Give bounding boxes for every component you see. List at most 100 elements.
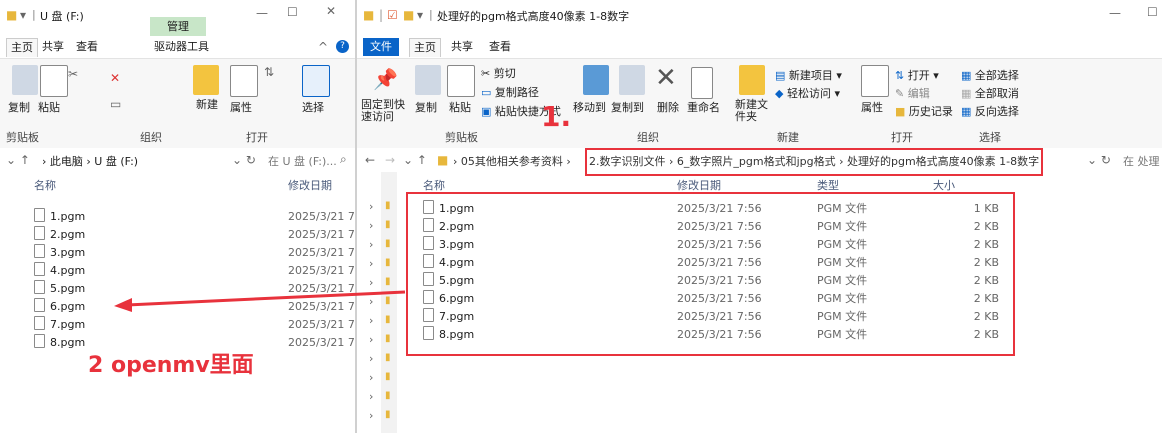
file-date: 2025/3/21 7:5 [288,210,355,223]
close-button[interactable]: ✕ [326,4,336,18]
right-file-row[interactable]: 6.pgm [423,290,474,308]
maximize-button[interactable]: ☐ [287,5,298,19]
left-file-row[interactable]: 4.pgm [34,262,85,280]
properties-button[interactable]: 属性 [861,99,883,115]
breadcrumb-prefix[interactable]: › 05其他相关参考资料 › [453,153,571,169]
move-to-button[interactable]: 移动到 [573,99,606,115]
delete-icon[interactable]: ✕ [110,71,120,85]
paste-button[interactable]: 粘贴 [38,99,60,115]
select-all-button[interactable]: ▦ 全部选择 [961,67,1019,83]
new-button[interactable]: 新建 [196,99,218,111]
new-folder-quick-icon[interactable]: ■ [403,8,414,22]
invert-selection-button[interactable]: ▦ 反向选择 [961,103,1019,119]
right-file-row[interactable]: 8.pgm [423,326,474,344]
new-item-button[interactable]: ▤ 新建项目 ▾ [775,67,842,83]
right-file-row[interactable]: 5.pgm [423,272,474,290]
chevron-right-icon[interactable]: › [369,200,373,213]
edit-button[interactable]: ✎ 编辑 [895,85,930,101]
chevron-right-icon[interactable]: › [369,257,373,270]
select-button[interactable]: 选择 [302,99,324,115]
file-name: 2.pgm [50,228,86,241]
breadcrumb-path[interactable]: 2.数字识别文件 › 6_数字照片_pgm格式和jpg格式 › 处理好的pgm格… [589,153,1039,169]
col-modified[interactable]: 修改日期 [288,177,332,193]
left-file-row[interactable]: 7.pgm [34,316,85,334]
open-button[interactable]: ⇅ 打开 ▾ [895,67,939,83]
chevron-right-icon[interactable]: › [369,333,373,346]
left-file-row[interactable]: 6.pgm [34,298,85,316]
chevron-right-icon[interactable]: › [369,219,373,232]
paste-icon [40,65,68,97]
new-folder-button[interactable]: 新建文件夹 [735,99,771,123]
minimize-button[interactable]: — [1109,6,1121,20]
left-file-row[interactable]: 2.pgm [34,226,85,244]
up-icon[interactable]: ⌄ ↑ [403,153,427,167]
dropdown-icon[interactable]: ▾ [417,8,423,22]
delete-button[interactable]: 删除 [657,99,679,115]
rename-icon[interactable]: ▭ [110,97,121,111]
help-icon[interactable]: ? [336,40,349,53]
search-icon[interactable]: ⌕ [340,152,347,167]
forward-icon[interactable]: → [385,153,395,167]
file-type: PGM 文件 [817,274,868,287]
tab-file[interactable]: 文件 [363,38,399,56]
chevron-right-icon[interactable]: › [369,238,373,251]
cut-icon[interactable]: ✂ [68,67,78,81]
properties-button[interactable]: 属性 [230,99,252,115]
collapse-ribbon-icon[interactable]: ^ [318,40,328,54]
left-file-row[interactable]: 5.pgm [34,280,85,298]
copy-to-button[interactable]: 复制到 [611,99,644,115]
refresh-icon[interactable]: ⌄ ↻ [232,153,256,167]
copy-path-button[interactable]: ▭ 复制路径 [481,84,539,100]
dropdown-icon[interactable]: ▾ [20,8,26,22]
right-file-row[interactable]: 3.pgm [423,236,474,254]
left-breadcrumb[interactable]: › 此电脑 › U 盘 (F:) [42,153,138,169]
right-search-input[interactable]: 在 处理 [1123,153,1160,169]
col-type[interactable]: 类型 [817,177,839,193]
tab-view[interactable]: 查看 [76,38,98,56]
open-icon[interactable]: ⇅ [264,65,274,79]
copy-icon [12,65,38,95]
right-file-row[interactable]: 2.pgm [423,218,474,236]
tab-home[interactable]: 主页 [6,38,38,57]
left-file-row[interactable]: 3.pgm [34,244,85,262]
manage-context-tab[interactable]: 管理 [150,17,206,36]
refresh-icon[interactable]: ⌄ ↻ [1087,153,1111,167]
left-file-row[interactable]: 8.pgm [34,334,85,352]
paste-button[interactable]: 粘贴 [449,99,471,115]
chevron-right-icon[interactable]: › [369,409,373,422]
tab-drive-tools[interactable]: 驱动器工具 [154,38,209,56]
right-file-row[interactable]: 4.pgm [423,254,474,272]
properties-quick-icon[interactable]: ☑ [387,8,398,22]
back-icon[interactable]: ← [365,153,375,167]
file-date: 2025/3/21 7:5 [288,246,355,259]
col-modified[interactable]: 修改日期 [677,177,721,193]
pin-quick-access-button[interactable]: 固定到快速访问 [361,99,407,123]
tab-share[interactable]: 共享 [42,38,64,56]
left-search-input[interactable]: 在 U 盘 (F:)... [268,153,337,169]
copy-path-icon: ▭ [481,86,495,99]
history-button[interactable]: ■ 历史记录 [895,103,953,119]
rename-button[interactable]: 重命名 [687,99,720,115]
right-file-row[interactable]: 7.pgm [423,308,474,326]
tab-view[interactable]: 查看 [489,38,511,56]
left-file-row[interactable]: 1.pgm [34,208,85,226]
easy-access-label: 轻松访问 ▾ [786,87,840,100]
copy-button[interactable]: 复制 [8,99,30,115]
easy-access-button[interactable]: ◆ 轻松访问 ▾ [775,85,840,101]
copy-button[interactable]: 复制 [415,99,437,115]
col-name[interactable]: 名称 [423,177,445,193]
maximize-button[interactable]: ☐ [1147,5,1158,19]
right-file-row[interactable]: 1.pgm [423,200,474,218]
chevron-right-icon[interactable]: › [369,371,373,384]
nav-history-icon[interactable]: ⌄ ↑ [6,153,30,167]
minimize-button[interactable]: — [256,6,268,20]
select-none-button[interactable]: ▦ 全部取消 [961,85,1019,101]
file-type: PGM 文件 [817,292,868,305]
tab-home[interactable]: 主页 [409,38,441,57]
col-size[interactable]: 大小 [933,177,955,193]
tab-share[interactable]: 共享 [451,38,473,56]
col-name[interactable]: 名称 [34,177,56,193]
chevron-right-icon[interactable]: › [369,390,373,403]
cut-button[interactable]: ✂ 剪切 [481,65,516,81]
chevron-right-icon[interactable]: › [369,352,373,365]
